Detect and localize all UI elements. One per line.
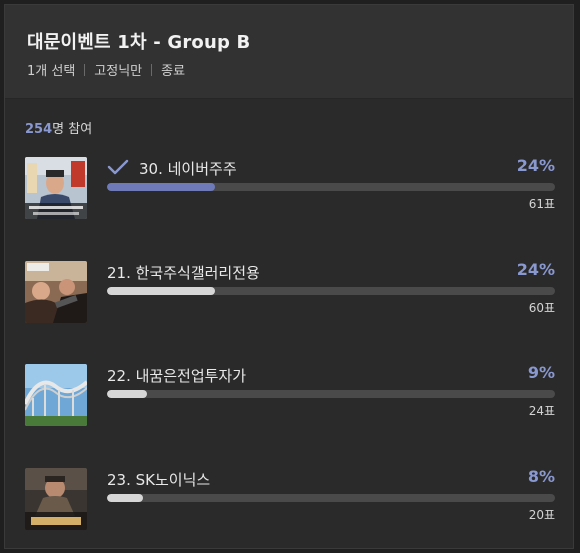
option-progress-fill [107,287,215,295]
poll-option[interactable]: 22. 내꿈은전업투자가 9% 24표 [25,363,555,430]
poll-select-mode: 1개 선택 [27,64,76,79]
option-label-row: 21. 한국주식갤러리전용 24% [107,260,555,284]
poll-option[interactable]: 30. 네이버주주 24% 61표 [25,156,555,223]
option-votes: 24표 [528,404,555,418]
poll-meta: 1개 선택 고정닉만 종료 [27,60,185,79]
option-progress-fill [107,183,215,191]
poll-panel: 대문이벤트 1차 - Group B 1개 선택 고정닉만 종료 254명 참여 [4,4,574,549]
option-thumbnail [25,468,87,530]
poll-title: 대문이벤트 1차 - Group B [27,32,251,53]
option-percent: 24% [516,156,555,175]
option-label: 30. 네이버주주 [139,160,237,178]
poll-option[interactable]: 23. SK노이닉스 8% 20표 [25,467,555,534]
poll-option[interactable]: 21. 한국주식갤러리전용 24% 60표 [25,260,555,327]
poll-header: 대문이벤트 1차 - Group B 1개 선택 고정닉만 종료 [5,5,573,99]
option-percent: 24% [516,260,555,279]
option-label: 21. 한국주식갤러리전용 [107,264,260,282]
option-label-row: 23. SK노이닉스 8% [107,467,555,491]
option-thumbnail [25,364,87,426]
option-label-row: 22. 내꿈은전업투자가 9% [107,363,555,387]
option-percent: 8% [527,467,555,486]
option-votes: 61표 [528,197,555,211]
meta-divider [84,63,86,76]
meta-divider [151,63,153,76]
option-votes: 60표 [528,301,555,315]
check-icon [107,159,129,175]
option-progress-bar [107,183,555,191]
participant-number: 254 [25,122,53,137]
participant-suffix: 명 참여 [52,122,93,137]
participant-count: 254명 참여 [25,118,92,137]
poll-status: 종료 [161,64,186,79]
option-progress-fill [107,494,143,502]
option-percent: 9% [527,363,555,382]
option-label: 22. 내꿈은전업투자가 [107,367,247,385]
option-thumbnail [25,157,87,219]
poll-voter-restriction: 고정닉만 [94,64,143,79]
option-label: 23. SK노이닉스 [107,471,211,489]
option-progress-bar [107,390,555,398]
option-label-row: 30. 네이버주주 24% [107,156,555,180]
option-thumbnail [25,261,87,323]
option-progress-fill [107,390,148,398]
option-progress-bar [107,287,555,295]
option-progress-bar [107,494,555,502]
option-votes: 20표 [528,508,555,522]
